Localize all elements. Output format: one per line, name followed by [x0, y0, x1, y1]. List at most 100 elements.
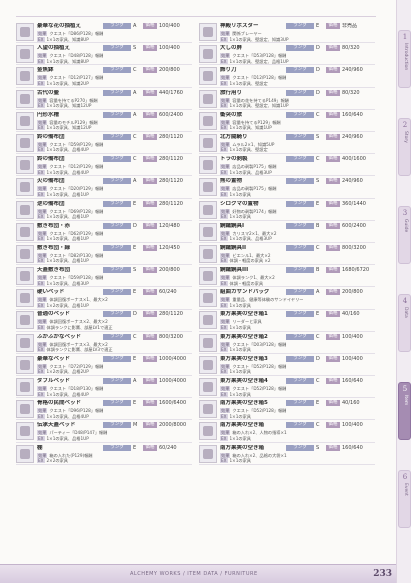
item-desc-line-1: 効果 容量の花を持てるP149」報酬: [220, 97, 375, 103]
item-desc-line-1: 効果 クエスト「D96/P128」報酬: [37, 408, 192, 414]
rank-label: ランク: [103, 333, 131, 340]
chapter-tab-event[interactable]: 6 Event: [398, 470, 411, 528]
chapter-label: Event: [403, 483, 408, 496]
rank-label: ランク: [103, 444, 131, 451]
price-label: 価格: [326, 444, 340, 451]
desc-2-text: 1×1の家具、品格1UP: [46, 435, 89, 441]
rank-label: ランク: [103, 89, 131, 96]
price-label: 価格: [326, 400, 340, 407]
item-entry: 飾り刀 ランク D 価格 240/960 効果 クエスト「D12/P128」報酬 EX 1×1の…: [199, 66, 375, 88]
item-desc-line-2: EX 1×1の家具、壁設定、知識3UP: [220, 36, 375, 42]
price-value: 160/640: [342, 111, 363, 118]
furniture-icon: [20, 71, 30, 82]
furniture-icon: [20, 359, 30, 370]
effect-tag: 効果: [37, 75, 48, 81]
item-name: 南方果実の空き箱: [220, 422, 265, 429]
price-label: 価格: [143, 23, 157, 29]
item-desc-line-2: EX 1×1の家具、品格4UP: [37, 169, 192, 175]
item-desc-line-1: 効果 重量品、健康等体験のサンドイヤリー: [220, 297, 375, 303]
effect-tag: 効果: [37, 53, 48, 59]
info-tag: EX: [37, 435, 45, 441]
item-thumbnail: [199, 400, 217, 419]
desc-2-text: 1×1の家具、品格4UP: [46, 391, 89, 397]
price-label: 価格: [326, 244, 340, 251]
rank-value: C: [316, 422, 320, 429]
effect-tag: 効果: [220, 252, 231, 258]
item-desc-line-1: 効果 体調ランク1、最大×2: [220, 275, 375, 281]
item-name: 熊の置物: [220, 178, 243, 185]
desc-2-text: 1×1の家具、壁設定、知識3UP: [229, 36, 289, 42]
item-desc-line-1: 効果 容量を持てるP129」報酬: [220, 119, 375, 125]
desc-2-text: 1×1の家具、品格3UP: [229, 236, 272, 242]
desc-2-text: 1×1の家具、品格1UP: [46, 191, 89, 197]
item-desc-line-1: 効果 リーダーと家具: [220, 319, 375, 325]
effect-tag: 効果: [37, 386, 48, 391]
desc-2-text: 1×1の家具、品格4UP: [46, 169, 89, 175]
item-desc-line-2: EX 1×1の家具、知識2UP: [37, 80, 192, 86]
item-entry: 鈴の備布団 ランク C 価格 280/1120 効果 クエスト「D59/P129」報酬 EX 1…: [16, 133, 192, 155]
price-label: 価格: [143, 400, 157, 407]
price-label: 価格: [326, 378, 340, 384]
rank-value: M: [133, 422, 138, 429]
chapter-tab-story[interactable]: 2 Story: [398, 118, 411, 176]
chapter-tab-item[interactable]: 5 Item: [398, 382, 411, 440]
left-item-column: 豪華な花の抽植え ランク A 価格 100/400 効果 クエスト「D86/P128」報酬 E…: [16, 22, 192, 466]
item-entry: 火の備布団 ランク A 価格 280/1120 効果 クエスト「D20/P129」報酬 EX 1…: [16, 177, 192, 199]
item-name: 天蓋敷き布団: [37, 267, 71, 274]
desc-2-text: 1×1の家具、壁設定: [229, 80, 268, 86]
desc-1-text: クエスト「D59/P128」報酬: [49, 275, 104, 281]
desc-1-text: 重量品、健康等体験のサンドイヤリー: [232, 297, 304, 303]
rank-value: S: [316, 178, 320, 185]
rank-value: C: [316, 244, 320, 251]
desc-2-text: 1×1の家具、知識12UP: [46, 103, 92, 109]
item-desc-line-2: EX 1×1の家具、壁設定: [220, 147, 375, 153]
chapter-number: 1: [402, 33, 408, 41]
desc-1-text: クエスト「D18/P130」報酬: [49, 386, 104, 391]
item-desc-line-2: EX 1×1の家具: [220, 324, 375, 330]
desc-2-text: 1×1の家具、知識2UP: [46, 80, 89, 86]
info-tag: EX: [220, 103, 228, 109]
item-desc-line-1: 効果 好物の剥製P174」報酬: [220, 208, 375, 214]
rank-value: E: [133, 200, 137, 207]
item-desc-line-1: 効果 クエスト「D12/P129」報酬: [37, 164, 192, 170]
price-label: 価格: [143, 89, 157, 96]
rank-label: ランク: [286, 333, 314, 340]
info-tag: EX: [37, 169, 45, 175]
desc-2-text: 体調・軽度の家具 ×2: [229, 258, 271, 264]
price-label: 価格: [326, 67, 340, 74]
rank-value: E: [133, 244, 137, 251]
furniture-icon: [203, 426, 213, 437]
rank-value: S: [316, 444, 320, 451]
price-label: 価格: [326, 222, 340, 229]
desc-2-text: 1×1の家具: [229, 191, 251, 197]
rank-label: ランク: [103, 422, 131, 429]
item-entry: 伝承天蓋ベッド ランク M 価格 2000/8000 効果 パーティー「D48/P147」報…: [16, 421, 192, 443]
item-name: 東方果実の空き箱4: [220, 378, 268, 384]
effect-tag: 効果: [37, 119, 48, 125]
price-value: 非売品: [342, 23, 358, 29]
chapter-tab-guide[interactable]: 3 Guide: [398, 206, 411, 264]
price-label: 価格: [326, 200, 340, 207]
furniture-icon: [20, 27, 30, 37]
effect-tag: 効果: [37, 452, 48, 458]
price-label: 価格: [143, 133, 157, 140]
info-tag: EX: [37, 258, 45, 264]
effect-tag: 効果: [37, 297, 48, 303]
item-desc-line-2: EX 1×1の家具: [220, 391, 375, 397]
item-entry: 東方果実の空き箱4 ランク C 価格 160/640 効果 クエスト「D52/P128」報酬…: [199, 377, 375, 399]
desc-1-text: クエスト「D52/P128」報酬: [232, 386, 287, 391]
chapter-tab-data[interactable]: 4 Data: [398, 294, 411, 352]
item-entry: 東方果実の空き箱2 ランク C 価格 100/400 効果 クエスト「D03/P128」報酬…: [199, 333, 375, 354]
item-desc-line-1: 効果 クエスト「D62/P129」報酬: [37, 230, 192, 236]
item-desc-line-2: EX 体調・軽度の家具 ×2: [220, 258, 375, 264]
item-thumbnail: [16, 422, 34, 441]
rank-label: ランク: [286, 378, 314, 384]
rank-label: ランク: [286, 178, 314, 185]
item-name: 鈴の備布団: [37, 133, 65, 140]
rank-label: ランク: [286, 133, 314, 140]
chapter-tab-introduction[interactable]: 1 Introduction: [398, 30, 411, 88]
price-value: 160/640: [342, 444, 363, 451]
item-entry: 鋼鐵鋼具I ランク B 価格 600/2400 効果 カリスマ2×1、最大×2 EX 1×1の家…: [199, 222, 375, 243]
price-label: 価格: [326, 355, 340, 362]
rank-label: ランク: [286, 200, 314, 207]
